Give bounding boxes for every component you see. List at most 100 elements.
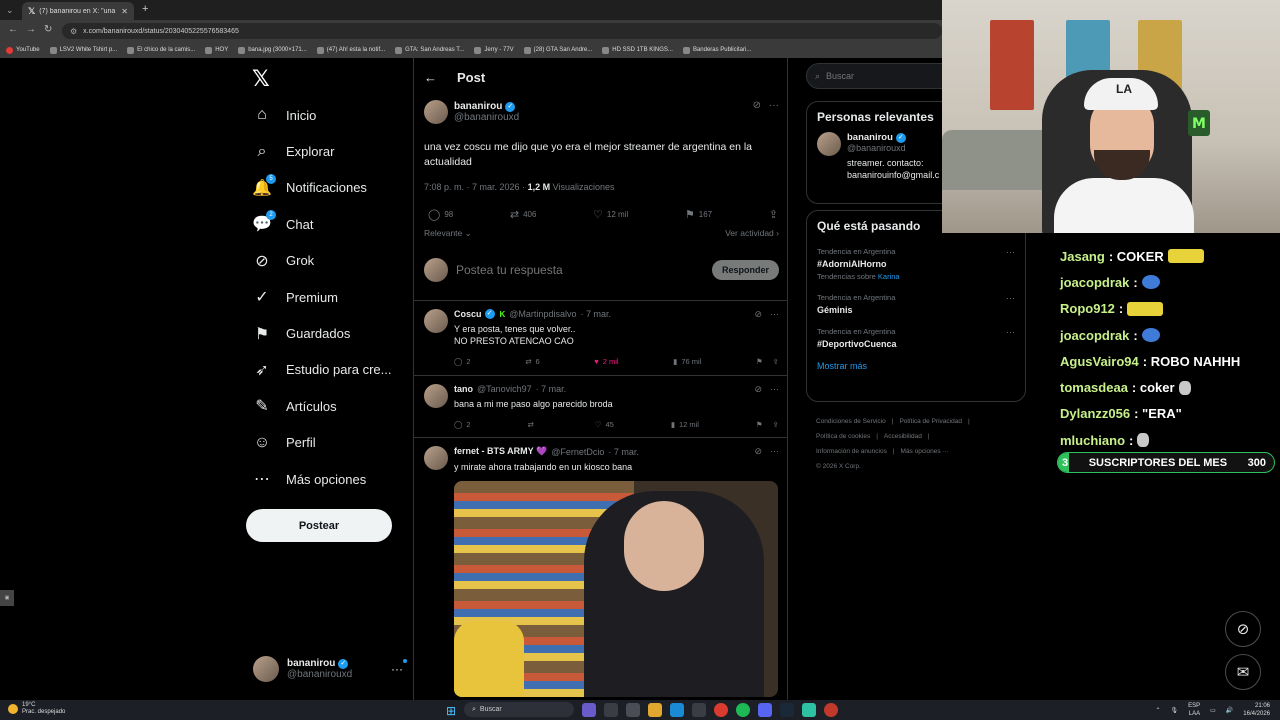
- relevant-user-name[interactable]: bananirou: [847, 132, 893, 143]
- new-tab-icon[interactable]: +: [142, 3, 148, 15]
- nav-item-grok[interactable]: ⊘ Grok: [252, 243, 392, 279]
- x-logo-icon[interactable]: 𝕏: [252, 66, 270, 92]
- tab-close-icon[interactable]: ✕: [121, 7, 128, 16]
- repost-stat[interactable]: ⇄ 6: [525, 357, 539, 366]
- reply-button[interactable]: Responder: [711, 260, 779, 280]
- discord-icon[interactable]: [758, 703, 772, 717]
- mic-icon[interactable]: 🎙: [1171, 707, 1179, 714]
- footer-link[interactable]: © 2026 X Corp.: [816, 463, 861, 470]
- chrome-icon[interactable]: [714, 703, 728, 717]
- app-icon[interactable]: [692, 703, 706, 717]
- like-stat[interactable]: ♥ 2 mil: [594, 357, 618, 366]
- bookmark-item[interactable]: bana.jpg (3000×171...: [238, 46, 307, 54]
- reload-icon[interactable]: ↻: [44, 24, 52, 35]
- reply-date[interactable]: · 7 mar.: [608, 447, 639, 457]
- chat-username[interactable]: joacopdrak: [1060, 328, 1129, 343]
- more-icon[interactable]: ···: [770, 309, 779, 320]
- reply-author-name[interactable]: tano: [454, 384, 473, 394]
- grok-fab-icon[interactable]: ⊘: [1225, 611, 1261, 647]
- bookmark-item[interactable]: YouTube: [6, 46, 40, 54]
- bookmark-item[interactable]: El chico de la camis...: [127, 46, 195, 54]
- nav-item-explorar[interactable]: ⌕ Explorar: [252, 133, 392, 169]
- post-author-handle[interactable]: @bananirouxd: [454, 112, 519, 123]
- network-icon[interactable]: ▭: [1210, 707, 1216, 714]
- bookmark-icon[interactable]: ⚑: [756, 357, 763, 366]
- app-icon[interactable]: [582, 703, 596, 717]
- footer-link[interactable]: Condiciones de Servicio: [816, 418, 886, 425]
- reply-date[interactable]: · 7 mar.: [536, 384, 567, 394]
- more-icon[interactable]: ···: [1006, 327, 1015, 337]
- nav-item-guardados[interactable]: ⚑ Guardados: [252, 315, 392, 351]
- chevron-up-icon[interactable]: ⌃: [1155, 707, 1160, 714]
- nav-item-artículos[interactable]: ✎ Artículos: [252, 388, 392, 424]
- reply-author-handle[interactable]: @FernetDcio: [551, 447, 604, 457]
- sort-dropdown[interactable]: Relevante ⌄: [424, 228, 472, 239]
- reply-stat[interactable]: ◯ 2: [454, 357, 471, 366]
- bookmark-item[interactable]: Jerry - 77V: [474, 46, 514, 54]
- more-icon[interactable]: ···: [770, 446, 779, 457]
- share-icon[interactable]: ⇪: [773, 420, 779, 429]
- trend-item[interactable]: Tendencia en Argentina #AdorniAlHorno Tend…: [807, 241, 1025, 287]
- show-more-link[interactable]: Mostrar más: [807, 355, 1025, 381]
- chat-username[interactable]: Dylanzz056: [1060, 406, 1130, 421]
- reply-author-name[interactable]: Coscu ✓ K: [454, 309, 505, 319]
- chat-username[interactable]: Jasang: [1060, 249, 1105, 264]
- trend-item[interactable]: Tendencia en Argentina #DeportivoCuenca ··…: [807, 321, 1025, 355]
- reply-stat[interactable]: ◯ 98: [428, 208, 453, 221]
- nav-item-perfil[interactable]: ☺ Perfil: [252, 425, 392, 461]
- like-stat[interactable]: ♡ 12 mil: [593, 208, 628, 221]
- windows-start-icon[interactable]: ⊞: [446, 704, 456, 718]
- app-icon[interactable]: [604, 703, 618, 717]
- more-icon[interactable]: ···: [1006, 293, 1015, 303]
- share-icon[interactable]: ⇪: [773, 357, 779, 366]
- chat-username[interactable]: mluchiano: [1060, 433, 1125, 448]
- url-text[interactable]: x.com/bananirouxd/status/203040522557658…: [83, 28, 239, 35]
- bookmark-item[interactable]: HOY: [205, 46, 228, 54]
- reply-avatar[interactable]: [424, 309, 448, 333]
- back-icon[interactable]: ←: [8, 24, 18, 35]
- views-stat[interactable]: ▮ 12 mil: [671, 420, 699, 429]
- grok-icon[interactable]: ⊘: [754, 384, 762, 395]
- grok-icon[interactable]: ⊘: [754, 309, 762, 320]
- grok-icon[interactable]: ⊘: [753, 100, 761, 111]
- reply-avatar[interactable]: [424, 446, 448, 470]
- nav-item-estudio-para-cre[interactable]: ➶ Estudio para cre...: [252, 352, 391, 388]
- account-switcher[interactable]: bananirou ✓ @bananirouxd ···: [253, 654, 407, 684]
- footer-link[interactable]: Política de Privacidad: [899, 418, 962, 425]
- reply-avatar[interactable]: [424, 384, 448, 408]
- language-indicator[interactable]: ESP LAA: [1188, 702, 1200, 718]
- bookmark-item[interactable]: Banderas Publicitari...: [682, 46, 751, 54]
- back-arrow-icon[interactable]: ←: [424, 70, 437, 85]
- edge-icon[interactable]: [670, 703, 684, 717]
- bookmark-item[interactable]: LSV2 White Tshirt p...: [49, 46, 117, 54]
- bookmark-stat[interactable]: ⚑ 167: [685, 208, 712, 221]
- app-icon[interactable]: [802, 703, 816, 717]
- footer-link[interactable]: Accesibilidad: [884, 433, 922, 440]
- reply-stat[interactable]: ◯ 2: [454, 420, 471, 429]
- spotify-icon[interactable]: [736, 703, 750, 717]
- more-icon[interactable]: ···: [769, 100, 779, 111]
- forward-icon[interactable]: →: [26, 24, 36, 35]
- reply-date[interactable]: · 7 mar.: [580, 309, 611, 319]
- post-avatar[interactable]: [424, 100, 448, 124]
- post-button[interactable]: Postear: [246, 509, 392, 542]
- reply-input[interactable]: [456, 263, 704, 277]
- search-input[interactable]: [826, 71, 947, 81]
- volume-icon[interactable]: 🔊: [1226, 707, 1233, 714]
- site-info-icon[interactable]: ⚙: [70, 27, 77, 36]
- messages-fab-icon[interactable]: ✉: [1225, 654, 1261, 690]
- reply-author-name[interactable]: fernet - BTS ARMY 💜: [454, 446, 547, 457]
- repost-stat[interactable]: ⇄ 406: [510, 208, 537, 221]
- search-box[interactable]: ⌕: [806, 63, 956, 89]
- footer-link[interactable]: Más opciones ···: [901, 448, 949, 455]
- chat-username[interactable]: joacopdrak: [1060, 275, 1129, 290]
- weather-widget[interactable]: 19°C Prac. despejado: [8, 702, 65, 716]
- repost-stat[interactable]: ⇄: [528, 420, 538, 429]
- bookmark-item[interactable]: GTA: San Andreas T...: [395, 46, 464, 54]
- bookmark-item[interactable]: (47) Ah! esta la notif...: [316, 46, 385, 54]
- nav-item-premium[interactable]: ✓ Premium: [252, 279, 392, 315]
- view-activity-link[interactable]: Ver actividad ›: [725, 228, 779, 239]
- views-stat[interactable]: ▮ 76 mil: [673, 357, 701, 366]
- post-author-name[interactable]: bananirou: [454, 101, 502, 112]
- more-icon[interactable]: ···: [1006, 247, 1015, 257]
